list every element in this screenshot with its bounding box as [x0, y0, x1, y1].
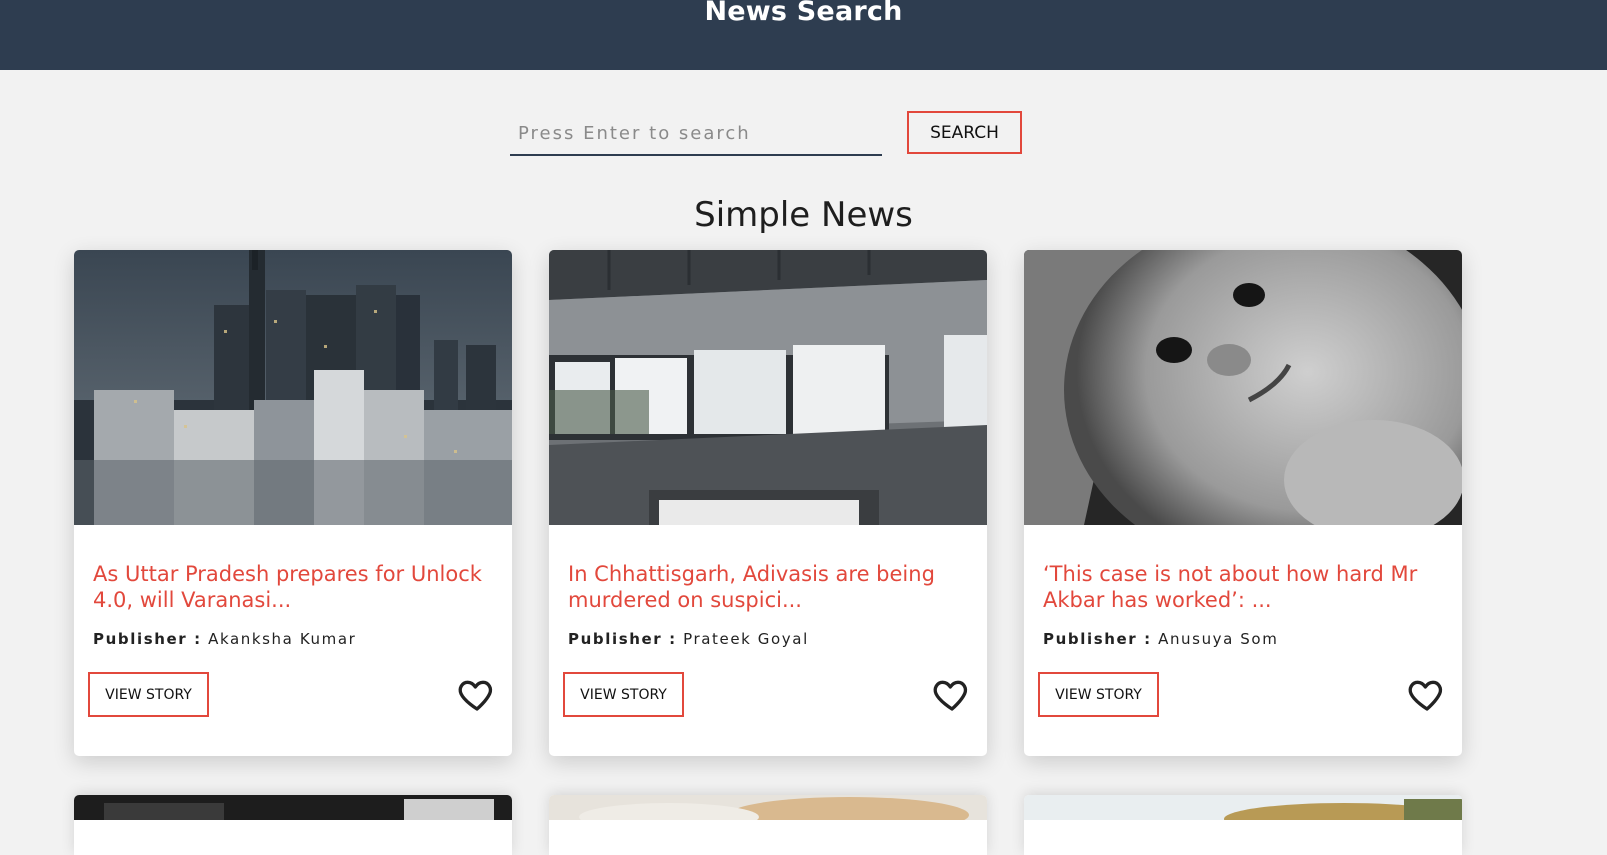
view-story-button[interactable]: VIEW STORY	[563, 672, 684, 717]
publisher-label: Publisher :	[93, 630, 202, 648]
news-image-partial	[74, 795, 512, 820]
search-bar	[510, 112, 882, 158]
publisher-name: Akanksha Kumar	[208, 630, 357, 648]
news-card: In Chhattisgarh, Adivasis are being murd…	[549, 250, 987, 756]
publisher-label: Publisher :	[568, 630, 677, 648]
search-button[interactable]: SEARCH	[907, 111, 1022, 154]
news-card-partial	[549, 795, 987, 855]
publisher-name: Anusuya Som	[1158, 630, 1279, 648]
card-publisher: Publisher : Anusuya Som	[1043, 630, 1278, 648]
heart-icon[interactable]	[932, 674, 972, 714]
top-bar: News Search	[0, 0, 1607, 70]
news-image-building-windows	[549, 250, 987, 525]
card-title[interactable]: In Chhattisgarh, Adivasis are being murd…	[568, 561, 983, 613]
publisher-label: Publisher :	[1043, 630, 1152, 648]
news-card-partial	[1024, 795, 1462, 855]
card-title[interactable]: As Uttar Pradesh prepares for Unlock 4.0…	[93, 561, 508, 613]
card-publisher: Publisher : Prateek Goyal	[568, 630, 809, 648]
news-image-partial	[549, 795, 987, 820]
news-image-city-skyline	[74, 250, 512, 525]
page-title: News Search	[704, 0, 903, 27]
publisher-name: Prateek Goyal	[683, 630, 809, 648]
news-image-partial	[1024, 795, 1462, 820]
view-story-button[interactable]: VIEW STORY	[1038, 672, 1159, 717]
section-title: Simple News	[694, 195, 913, 235]
card-publisher: Publisher : Akanksha Kumar	[93, 630, 356, 648]
search-input[interactable]	[510, 112, 882, 156]
news-card: ‘This case is not about how hard Mr Akba…	[1024, 250, 1462, 756]
news-image-baby-portrait	[1024, 250, 1462, 525]
view-story-button[interactable]: VIEW STORY	[88, 672, 209, 717]
heart-icon[interactable]	[1407, 674, 1447, 714]
card-title[interactable]: ‘This case is not about how hard Mr Akba…	[1043, 561, 1458, 613]
news-card: As Uttar Pradesh prepares for Unlock 4.0…	[74, 250, 512, 756]
news-card-partial	[74, 795, 512, 855]
heart-icon[interactable]	[457, 674, 497, 714]
